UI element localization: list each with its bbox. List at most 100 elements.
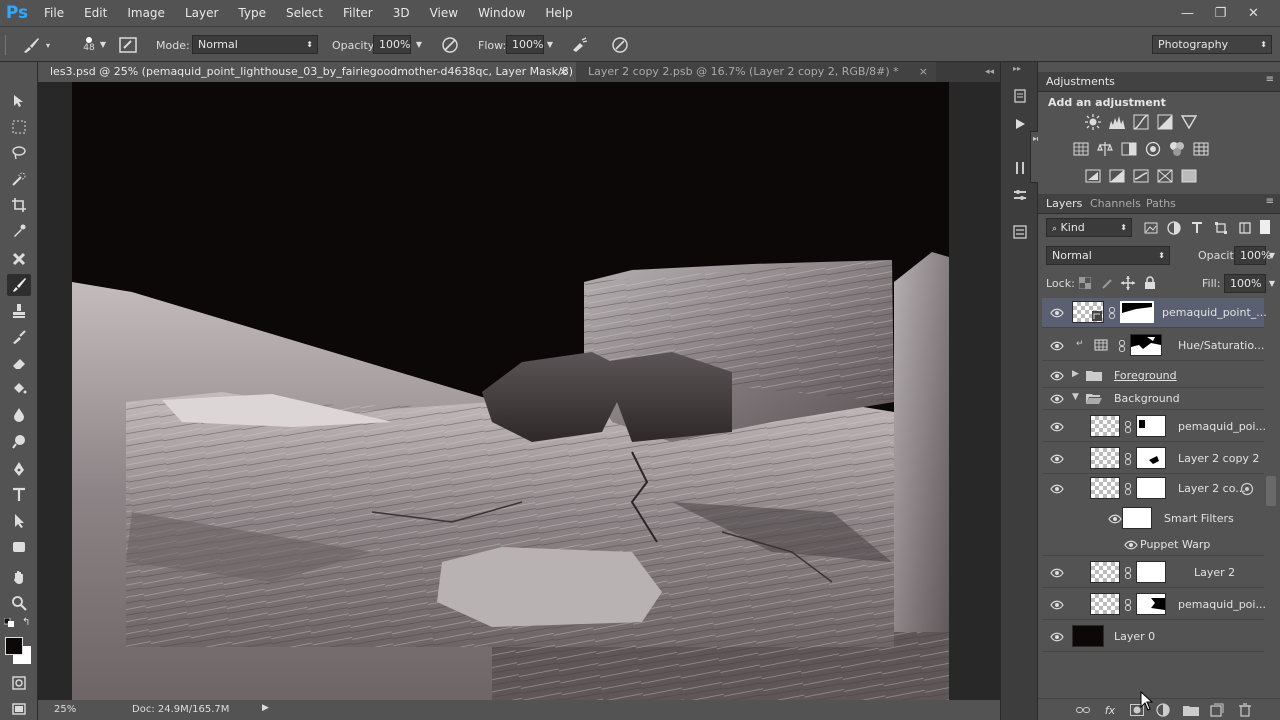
- layer-row[interactable]: pemaquid_poi...: [1042, 412, 1266, 442]
- chain-link-icon[interactable]: [1124, 421, 1132, 433]
- chevron-right-icon[interactable]: ▶: [1072, 369, 1079, 379]
- channel-mixer-icon[interactable]: [1168, 141, 1186, 157]
- visibility-eye-icon[interactable]: [1050, 599, 1064, 611]
- layer-row[interactable]: pemaquid_poi...: [1042, 590, 1266, 620]
- hue-saturation-icon[interactable]: [1072, 141, 1090, 157]
- layers-scrollbar-thumb[interactable]: [1266, 476, 1276, 506]
- menu-filter[interactable]: Filter: [333, 0, 383, 26]
- new-group-icon[interactable]: [1182, 702, 1200, 718]
- visibility-eye-icon[interactable]: [1050, 307, 1064, 319]
- color-lookup-icon[interactable]: [1192, 141, 1210, 157]
- healing-tool[interactable]: [7, 248, 31, 270]
- menu-window[interactable]: Window: [468, 0, 535, 26]
- history-panel-icon[interactable]: [1010, 86, 1030, 106]
- layer-mask-thumbnail[interactable]: [1136, 415, 1166, 437]
- menu-type[interactable]: Type: [228, 0, 276, 26]
- collapse-arrows-icon[interactable]: ▸▸: [1013, 64, 1021, 73]
- levels-icon[interactable]: [1108, 114, 1126, 130]
- link-layers-icon[interactable]: [1074, 702, 1092, 718]
- menu-3d[interactable]: 3D: [383, 0, 420, 26]
- layer-mask-thumbnail[interactable]: [1120, 301, 1154, 323]
- type-tool[interactable]: [7, 484, 31, 506]
- lock-all-icon[interactable]: [1141, 275, 1159, 291]
- layer-row[interactable]: ↵ Hue/Saturatio...: [1042, 331, 1264, 361]
- layer-name[interactable]: Layer 0: [1114, 630, 1155, 643]
- tab-layers[interactable]: Layers: [1046, 194, 1082, 214]
- marquee-tool[interactable]: [7, 116, 31, 138]
- clone-stamp-tool[interactable]: [7, 300, 31, 322]
- layer-row[interactable]: Layer 2 co...: [1042, 474, 1264, 504]
- mode-dropdown[interactable]: Normal ⬍: [192, 35, 318, 54]
- layer-name[interactable]: Hue/Saturatio...: [1178, 339, 1264, 352]
- minimize-button[interactable]: —: [1171, 6, 1204, 21]
- visibility-eye-icon[interactable]: [1050, 453, 1064, 465]
- visibility-eye-icon[interactable]: [1050, 567, 1064, 579]
- menu-view[interactable]: View: [420, 0, 468, 26]
- paint-bucket-tool[interactable]: [7, 378, 31, 400]
- brush-panel-toggle[interactable]: [118, 27, 138, 63]
- quick-select-tool[interactable]: [7, 168, 31, 190]
- layer-mask-thumbnail[interactable]: [1136, 477, 1166, 499]
- brush-tool[interactable]: [7, 274, 31, 296]
- visibility-eye-icon[interactable]: [1050, 370, 1064, 382]
- tool-presets-icon[interactable]: [1010, 158, 1030, 178]
- eraser-tool[interactable]: [7, 352, 31, 374]
- chain-link-icon[interactable]: [1118, 340, 1126, 352]
- chevron-down-icon[interactable]: ▼: [96, 35, 110, 54]
- lock-pixels-icon[interactable]: [1098, 275, 1116, 291]
- tool-preset-picker[interactable]: ▾: [20, 27, 50, 63]
- new-layer-icon[interactable]: [1208, 702, 1226, 718]
- lock-transparent-icon[interactable]: [1076, 275, 1094, 291]
- curves-icon[interactable]: [1132, 114, 1150, 130]
- eyedropper-tool[interactable]: [7, 220, 31, 242]
- visibility-eye-icon[interactable]: [1050, 421, 1064, 433]
- close-icon[interactable]: ×: [919, 62, 928, 82]
- photo-filter-icon[interactable]: [1144, 141, 1162, 157]
- zoom-level[interactable]: 25%: [54, 704, 76, 715]
- new-adjustment-icon[interactable]: [1154, 702, 1172, 718]
- layer-name[interactable]: Layer 2 copy 2: [1178, 452, 1259, 465]
- visibility-eye-icon[interactable]: [1050, 483, 1064, 495]
- menu-image[interactable]: Image: [117, 0, 175, 26]
- layer-mask-thumbnail[interactable]: [1136, 561, 1166, 583]
- menu-help[interactable]: Help: [535, 0, 582, 26]
- lock-position-icon[interactable]: [1119, 275, 1137, 291]
- swap-colors-icon[interactable]: ↰: [22, 618, 34, 628]
- smart-filter-badge-icon[interactable]: [1240, 482, 1254, 496]
- lasso-tool[interactable]: [7, 142, 31, 164]
- chain-link-icon[interactable]: [1108, 307, 1116, 319]
- layer-row[interactable]: Layer 0: [1042, 622, 1264, 652]
- visibility-eye-icon[interactable]: [1124, 540, 1138, 550]
- crop-tool[interactable]: [7, 194, 31, 216]
- pen-tool[interactable]: [7, 458, 31, 480]
- layer-row[interactable]: Layer 2 copy 2: [1042, 444, 1264, 474]
- close-icon[interactable]: ×: [559, 62, 568, 82]
- filter-pixel-icon[interactable]: [1142, 220, 1160, 236]
- flow-input[interactable]: 100%: [506, 35, 544, 54]
- layer-name[interactable]: Layer 2 co...: [1178, 482, 1246, 495]
- tab-paths[interactable]: Paths: [1146, 194, 1176, 214]
- black-white-icon[interactable]: [1120, 141, 1138, 157]
- selective-color-icon[interactable]: [1156, 168, 1174, 184]
- filter-shape-icon[interactable]: [1212, 220, 1230, 236]
- layer-opacity-input[interactable]: 100%: [1234, 246, 1271, 265]
- screen-mode-button[interactable]: [7, 698, 31, 720]
- layer-filter-kind[interactable]: ⌕ Kind ⬍: [1046, 218, 1132, 237]
- layer-row[interactable]: Layer 2: [1042, 558, 1264, 588]
- fx-icon[interactable]: fx: [1101, 702, 1119, 718]
- pressure-size-toggle[interactable]: [610, 27, 630, 63]
- chain-link-icon[interactable]: [1124, 453, 1132, 465]
- chevron-down-icon[interactable]: ▼: [1265, 274, 1279, 293]
- layer-mask-thumbnail[interactable]: [1130, 334, 1162, 356]
- default-colors-button[interactable]: [3, 617, 16, 628]
- tab-les3-psd[interactable]: les3.psd @ 25% (pemaquid_point_lighthous…: [38, 62, 576, 98]
- quick-mask-button[interactable]: [7, 672, 31, 694]
- fill-input[interactable]: 100%: [1224, 274, 1266, 293]
- layer-name[interactable]: Smart Filters: [1164, 512, 1234, 525]
- brush-presets-icon[interactable]: [1010, 184, 1030, 204]
- airbrush-toggle[interactable]: [570, 27, 590, 63]
- pressure-opacity-toggle[interactable]: [440, 27, 460, 63]
- tab-adjustments[interactable]: Adjustments: [1046, 72, 1115, 92]
- menu-file[interactable]: File: [34, 0, 74, 26]
- menu-select[interactable]: Select: [276, 0, 333, 26]
